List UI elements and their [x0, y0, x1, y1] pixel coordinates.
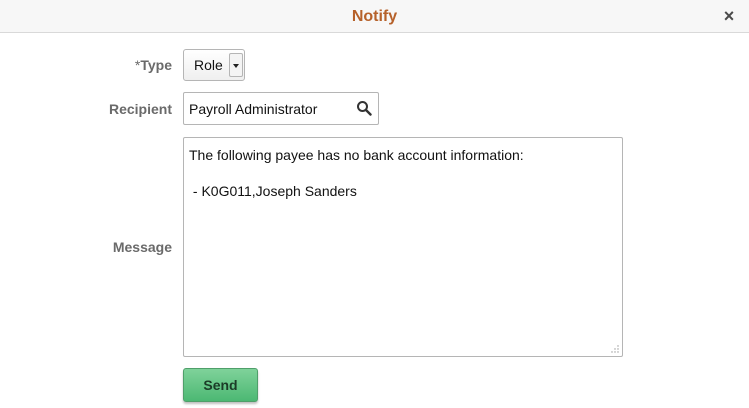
recipient-label: Recipient — [108, 101, 172, 117]
close-icon[interactable]: × — [721, 7, 737, 25]
dialog-title: Notify — [351, 8, 398, 25]
message-label: Message — [112, 239, 172, 255]
dropdown-button[interactable] — [229, 53, 243, 77]
recipient-input[interactable]: Payroll Administrator — [183, 92, 379, 125]
chevron-down-icon — [233, 64, 239, 68]
recipient-value: Payroll Administrator — [189, 101, 318, 117]
search-icon[interactable] — [356, 100, 372, 116]
message-textarea[interactable]: The following payee has no bank account … — [183, 137, 623, 357]
type-select[interactable]: Role — [183, 49, 245, 81]
type-select-value: Role — [194, 57, 223, 73]
resize-grip-icon[interactable] — [611, 345, 619, 353]
send-button[interactable]: Send — [183, 368, 258, 402]
dialog-header: Notify × — [0, 0, 749, 33]
type-label-text: Type — [140, 57, 172, 73]
type-label: *Type — [0, 57, 172, 73]
